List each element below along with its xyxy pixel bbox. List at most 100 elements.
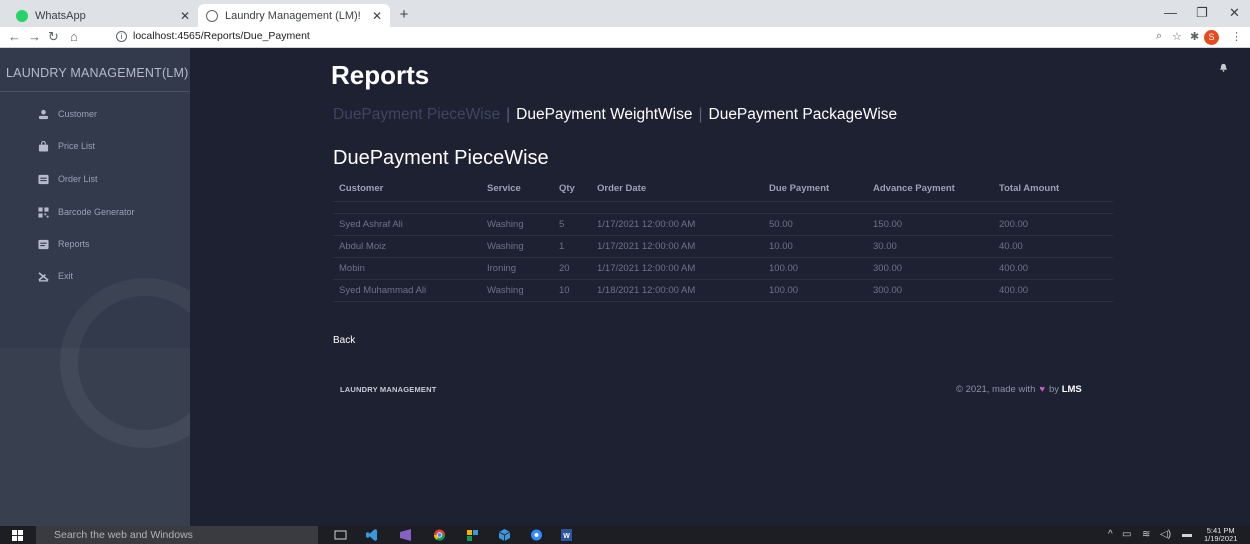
profile-avatar[interactable]: S (1204, 30, 1219, 45)
globe-icon (206, 9, 218, 22)
new-tab-button[interactable]: + (394, 6, 414, 24)
chevron-up-icon[interactable]: ^ (1108, 529, 1113, 540)
bell-icon[interactable] (1219, 63, 1228, 72)
taskbar: Search the web and Windows W ^ ▭ ≋ ◁) ▬ … (0, 526, 1250, 544)
url-field[interactable]: i localhost:4565/Reports/Due_Payment (116, 30, 310, 42)
column-header-qty: Qty (559, 183, 575, 195)
wifi-icon[interactable]: ≋ (1142, 529, 1150, 540)
subnav-weightwise[interactable]: DuePayment WeightWise (516, 106, 692, 123)
info-icon[interactable]: i (116, 31, 127, 42)
person-icon (38, 109, 49, 119)
tab-laundry[interactable]: Laundry Management (LM)! ✕ (198, 4, 390, 27)
cell-customer: Syed Muhammad Ali (333, 279, 481, 302)
cell-order-date: 1/17/2021 12:00:00 AM (591, 235, 763, 258)
sidebar-item-barcode-generator[interactable]: Barcode Generator (0, 202, 190, 222)
messenger-icon[interactable] (530, 529, 543, 541)
cell-advance-payment: 30.00 (867, 235, 993, 258)
reload-icon[interactable]: ↻ (48, 29, 59, 45)
taskbar-search-placeholder: Search the web and Windows (54, 529, 193, 541)
brand-title[interactable]: LAUNDRY MANAGEMENT(LM) (6, 66, 188, 80)
sidebar: LAUNDRY MANAGEMENT(LM) Customer Price Li… (0, 48, 190, 526)
menu-icon[interactable]: ⋮ (1231, 30, 1242, 43)
cell-service: Washing (481, 213, 553, 236)
barcode-icon (38, 206, 49, 218)
cell-qty: 5 (553, 213, 591, 236)
app-icon[interactable] (466, 529, 479, 541)
column-header-customer: Customer (339, 183, 384, 195)
subnav-packagewise[interactable]: DuePayment PackageWise (709, 106, 898, 123)
due-payment-table: Customer Service Qty Order Date Due Paym… (333, 177, 1113, 302)
list-icon (38, 174, 49, 184)
heart-icon: ♥ (1039, 384, 1045, 395)
back-link[interactable]: Back (333, 335, 355, 346)
address-bar: ← → ↻ ⌂ i localhost:4565/Reports/Due_Paym… (0, 27, 1250, 48)
chrome-icon[interactable] (433, 529, 446, 541)
subnav-piecewise[interactable]: DuePayment PieceWise (333, 106, 500, 123)
sidebar-item-label: Price List (58, 141, 96, 151)
window-close-icon[interactable]: ✕ (1229, 5, 1240, 21)
volume-icon[interactable]: ◁) (1160, 529, 1171, 540)
extensions-icon[interactable]: ✱ (1190, 30, 1199, 43)
notification-icon[interactable]: ▬ (1182, 529, 1192, 540)
table-spacer-row (333, 201, 1113, 214)
footer-brand[interactable]: LAUNDRY MANAGEMENT (340, 385, 437, 394)
sidebar-item-price-list[interactable]: Price List (0, 136, 190, 156)
footer-by-text: by (1049, 384, 1060, 395)
taskbar-clock[interactable]: 5:41 PM 1/19/2021 (1204, 527, 1237, 543)
close-icon[interactable]: ✕ (372, 9, 382, 23)
cell-total-amount: 200.00 (993, 213, 1113, 236)
windows-start-icon[interactable] (12, 530, 23, 541)
sidebar-item-exit[interactable]: Exit (0, 266, 190, 286)
visual-studio-icon[interactable] (399, 529, 412, 541)
brand-divider (0, 91, 190, 92)
task-view-icon[interactable] (334, 529, 347, 541)
word-icon[interactable]: W (560, 529, 573, 541)
home-icon[interactable]: ⌂ (70, 29, 78, 44)
footer-lms-link[interactable]: LMS (1062, 384, 1082, 395)
tab-title: Laundry Management (LM)! (225, 9, 361, 22)
vscode-icon[interactable] (365, 529, 378, 541)
cell-customer: Syed Ashraf Ali (333, 213, 481, 236)
report-icon (38, 239, 49, 249)
star-icon[interactable]: ☆ (1172, 30, 1182, 43)
forward-arrow-icon[interactable]: → (28, 29, 41, 44)
cell-customer: Mobin (333, 257, 481, 280)
column-header-order-date: Order Date (597, 183, 647, 195)
cell-service: Washing (481, 235, 553, 258)
back-arrow-icon[interactable]: ← (8, 29, 21, 44)
sidebar-item-customer[interactable]: Customer (0, 104, 190, 124)
page-title: Reports (331, 60, 430, 90)
search-icon[interactable]: ⌕ (1156, 30, 1162, 43)
cell-service: Washing (481, 279, 553, 302)
clock-date: 1/19/2021 (1204, 534, 1238, 543)
cell-due-payment: 10.00 (763, 235, 867, 258)
url-text: localhost:4565/Reports/Due_Payment (133, 30, 310, 42)
restore-icon[interactable]: ❐ (1196, 5, 1208, 21)
cell-customer: Abdul Moiz (333, 235, 481, 258)
close-icon[interactable]: ✕ (180, 9, 190, 23)
cell-due-payment: 100.00 (763, 257, 867, 280)
tab-whatsapp[interactable]: WhatsApp ✕ (8, 4, 198, 27)
cell-qty: 20 (553, 257, 591, 280)
table-row: Mobin Ironing 20 1/17/2021 12:00:00 AM 1… (333, 257, 1113, 280)
column-header-due-payment: Due Payment (769, 183, 830, 195)
cell-order-date: 1/18/2021 12:00:00 AM (591, 279, 763, 302)
sidebar-item-label: Barcode Generator (58, 207, 135, 217)
network-icon[interactable]: ▭ (1122, 529, 1131, 540)
package-icon[interactable] (498, 529, 511, 541)
table-row: Abdul Moiz Washing 1 1/17/2021 12:00:00 … (333, 235, 1113, 258)
column-header-service: Service (487, 183, 521, 195)
cell-advance-payment: 150.00 (867, 213, 993, 236)
cell-due-payment: 50.00 (763, 213, 867, 236)
sidebar-item-order-list[interactable]: Order List (0, 169, 190, 189)
minimize-icon[interactable]: — (1164, 5, 1177, 20)
taskbar-search[interactable]: Search the web and Windows (36, 526, 318, 544)
sidebar-item-reports[interactable]: Reports (0, 234, 190, 254)
cell-total-amount: 40.00 (993, 235, 1113, 258)
exit-icon (38, 271, 49, 282)
cell-due-payment: 100.00 (763, 279, 867, 302)
subnav-separator: | (698, 106, 703, 123)
cell-order-date: 1/17/2021 12:00:00 AM (591, 213, 763, 236)
table-row: Syed Ashraf Ali Washing 5 1/17/2021 12:0… (333, 213, 1113, 236)
tab-title: WhatsApp (35, 9, 86, 22)
